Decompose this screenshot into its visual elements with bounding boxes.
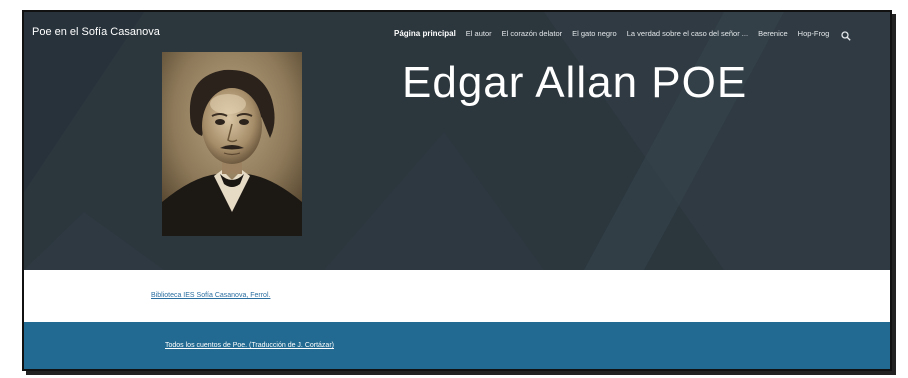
nav-item-pagina-principal[interactable]: Página principal	[394, 29, 456, 38]
hero-background	[24, 12, 890, 270]
main-nav: Página principal El autor El corazón del…	[394, 28, 852, 41]
stories-link-section: Todos los cuentos de Poe. (Traducción de…	[24, 322, 890, 369]
library-link-section: Biblioteca IES Sofía Casanova, Ferrol.	[24, 270, 890, 322]
nav-item-el-gato-negro[interactable]: El gato negro	[572, 29, 617, 38]
nav-item-berenice[interactable]: Berenice	[758, 29, 788, 38]
site-title-link[interactable]: Poe en el Sofía Casanova	[32, 26, 160, 38]
nav-item-la-verdad-sobre[interactable]: La verdad sobre el caso del señor ...	[627, 29, 748, 38]
author-portrait-image	[162, 52, 302, 236]
page-title: Edgar Allan POE	[402, 58, 748, 107]
browser-frame: Poe en el Sofía Casanova Página principa…	[22, 10, 892, 371]
search-icon[interactable]	[841, 28, 852, 41]
nav-item-el-autor[interactable]: El autor	[466, 29, 492, 38]
library-link[interactable]: Biblioteca IES Sofía Casanova, Ferrol.	[151, 292, 270, 299]
nav-item-el-corazon-delator[interactable]: El corazón delator	[502, 29, 562, 38]
hero-header: Poe en el Sofía Casanova Página principa…	[24, 12, 890, 270]
nav-item-hop-frog[interactable]: Hop-Frog	[798, 29, 830, 38]
stories-link[interactable]: Todos los cuentos de Poe. (Traducción de…	[165, 342, 334, 349]
